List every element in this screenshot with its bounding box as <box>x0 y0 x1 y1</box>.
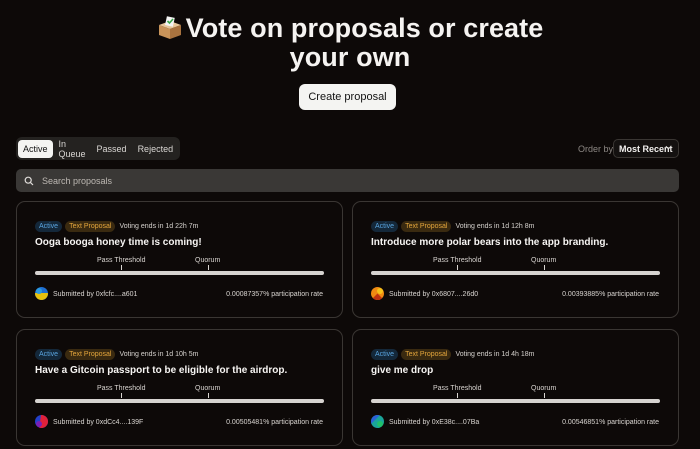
pass-threshold-tick <box>457 393 458 398</box>
participation-rate: 0.00546851% participation rate <box>562 419 659 426</box>
quorum-tick <box>544 393 545 398</box>
proposal-card[interactable]: Active Text Proposal Voting ends in 1d 2… <box>16 201 343 318</box>
quorum-tick <box>208 265 209 270</box>
submitted-by: Submitted by 0xfcfc....a601 <box>53 291 138 298</box>
tab-rejected[interactable]: Rejected <box>133 140 179 158</box>
proposal-title: give me drop <box>371 365 434 376</box>
proposal-title: Introduce more polar bears into the app … <box>371 237 609 248</box>
quorum-label: Quorum <box>531 257 557 264</box>
proposal-title: Have a Gitcoin passport to be eligible f… <box>35 365 288 376</box>
tab-in-queue[interactable]: In Queue <box>54 135 91 163</box>
hero: Vote on proposals or create your own <box>0 14 700 72</box>
quorum-label: Quorum <box>531 385 557 392</box>
type-badge: Text Proposal <box>401 221 452 232</box>
progress-bar <box>35 271 324 275</box>
create-proposal-button[interactable]: Create proposal <box>299 84 396 110</box>
avatar <box>371 415 384 428</box>
tab-passed[interactable]: Passed <box>92 140 132 158</box>
type-badge: Text Proposal <box>65 349 116 360</box>
voting-ends: Voting ends in 1d 4h 18m <box>455 351 535 358</box>
search-bar[interactable] <box>16 169 679 192</box>
type-badge: Text Proposal <box>401 349 452 360</box>
status-badge: Active <box>371 349 399 360</box>
page-title: Vote on proposals or create your own <box>140 14 560 72</box>
pass-threshold-tick <box>457 265 458 270</box>
quorum-tick <box>208 393 209 398</box>
pass-threshold-label: Pass Threshold <box>433 385 482 392</box>
order-by-select[interactable]: Most Recent <box>613 139 679 158</box>
proposal-card[interactable]: Active Text Proposal Voting ends in 1d 1… <box>352 201 679 318</box>
avatar <box>371 287 384 300</box>
avatar <box>35 415 48 428</box>
chevron-down-icon <box>665 145 672 150</box>
voting-ends: Voting ends in 1d 10h 5m <box>119 351 199 358</box>
pass-threshold-tick <box>121 393 122 398</box>
participation-rate: 0.00505481% participation rate <box>226 419 323 426</box>
progress-bar <box>371 271 660 275</box>
submitted-by: Submitted by 0xdCc4....139F <box>53 419 144 426</box>
order-by-label: Order by <box>578 144 614 154</box>
proposal-card[interactable]: Active Text Proposal Voting ends in 1d 4… <box>352 329 679 446</box>
quorum-label: Quorum <box>195 385 221 392</box>
ballot-box-icon <box>158 16 181 39</box>
participation-rate: 0.00393885% participation rate <box>562 291 659 298</box>
submitted-by: Submitted by 0xE38c....07Ba <box>389 419 480 426</box>
progress-bar <box>371 399 660 403</box>
search-input[interactable] <box>40 174 644 187</box>
voting-ends: Voting ends in 1d 12h 8m <box>455 223 535 230</box>
status-badge: Active <box>371 221 399 232</box>
type-badge: Text Proposal <box>65 221 116 232</box>
quorum-label: Quorum <box>195 257 221 264</box>
status-badge: Active <box>35 221 63 232</box>
tab-active[interactable]: Active <box>18 139 53 158</box>
avatar <box>35 287 48 300</box>
submitted-by: Submitted by 0x6807....26d0 <box>389 291 479 298</box>
pass-threshold-label: Pass Threshold <box>433 257 482 264</box>
proposal-title: Ooga booga honey time is coming! <box>35 237 202 248</box>
page-title-text: Vote on proposals or create your own <box>185 13 544 72</box>
search-icon <box>24 176 34 185</box>
participation-rate: 0.00087357% participation rate <box>226 291 323 298</box>
status-tabs: Active In Queue Passed Rejected <box>16 137 180 160</box>
status-badge: Active <box>35 349 63 360</box>
pass-threshold-label: Pass Threshold <box>97 385 146 392</box>
voting-ends: Voting ends in 1d 22h 7m <box>119 223 199 230</box>
pass-threshold-label: Pass Threshold <box>97 257 146 264</box>
proposal-card[interactable]: Active Text Proposal Voting ends in 1d 1… <box>16 329 343 446</box>
quorum-tick <box>544 265 545 270</box>
pass-threshold-tick <box>121 265 122 270</box>
progress-bar <box>35 399 324 403</box>
